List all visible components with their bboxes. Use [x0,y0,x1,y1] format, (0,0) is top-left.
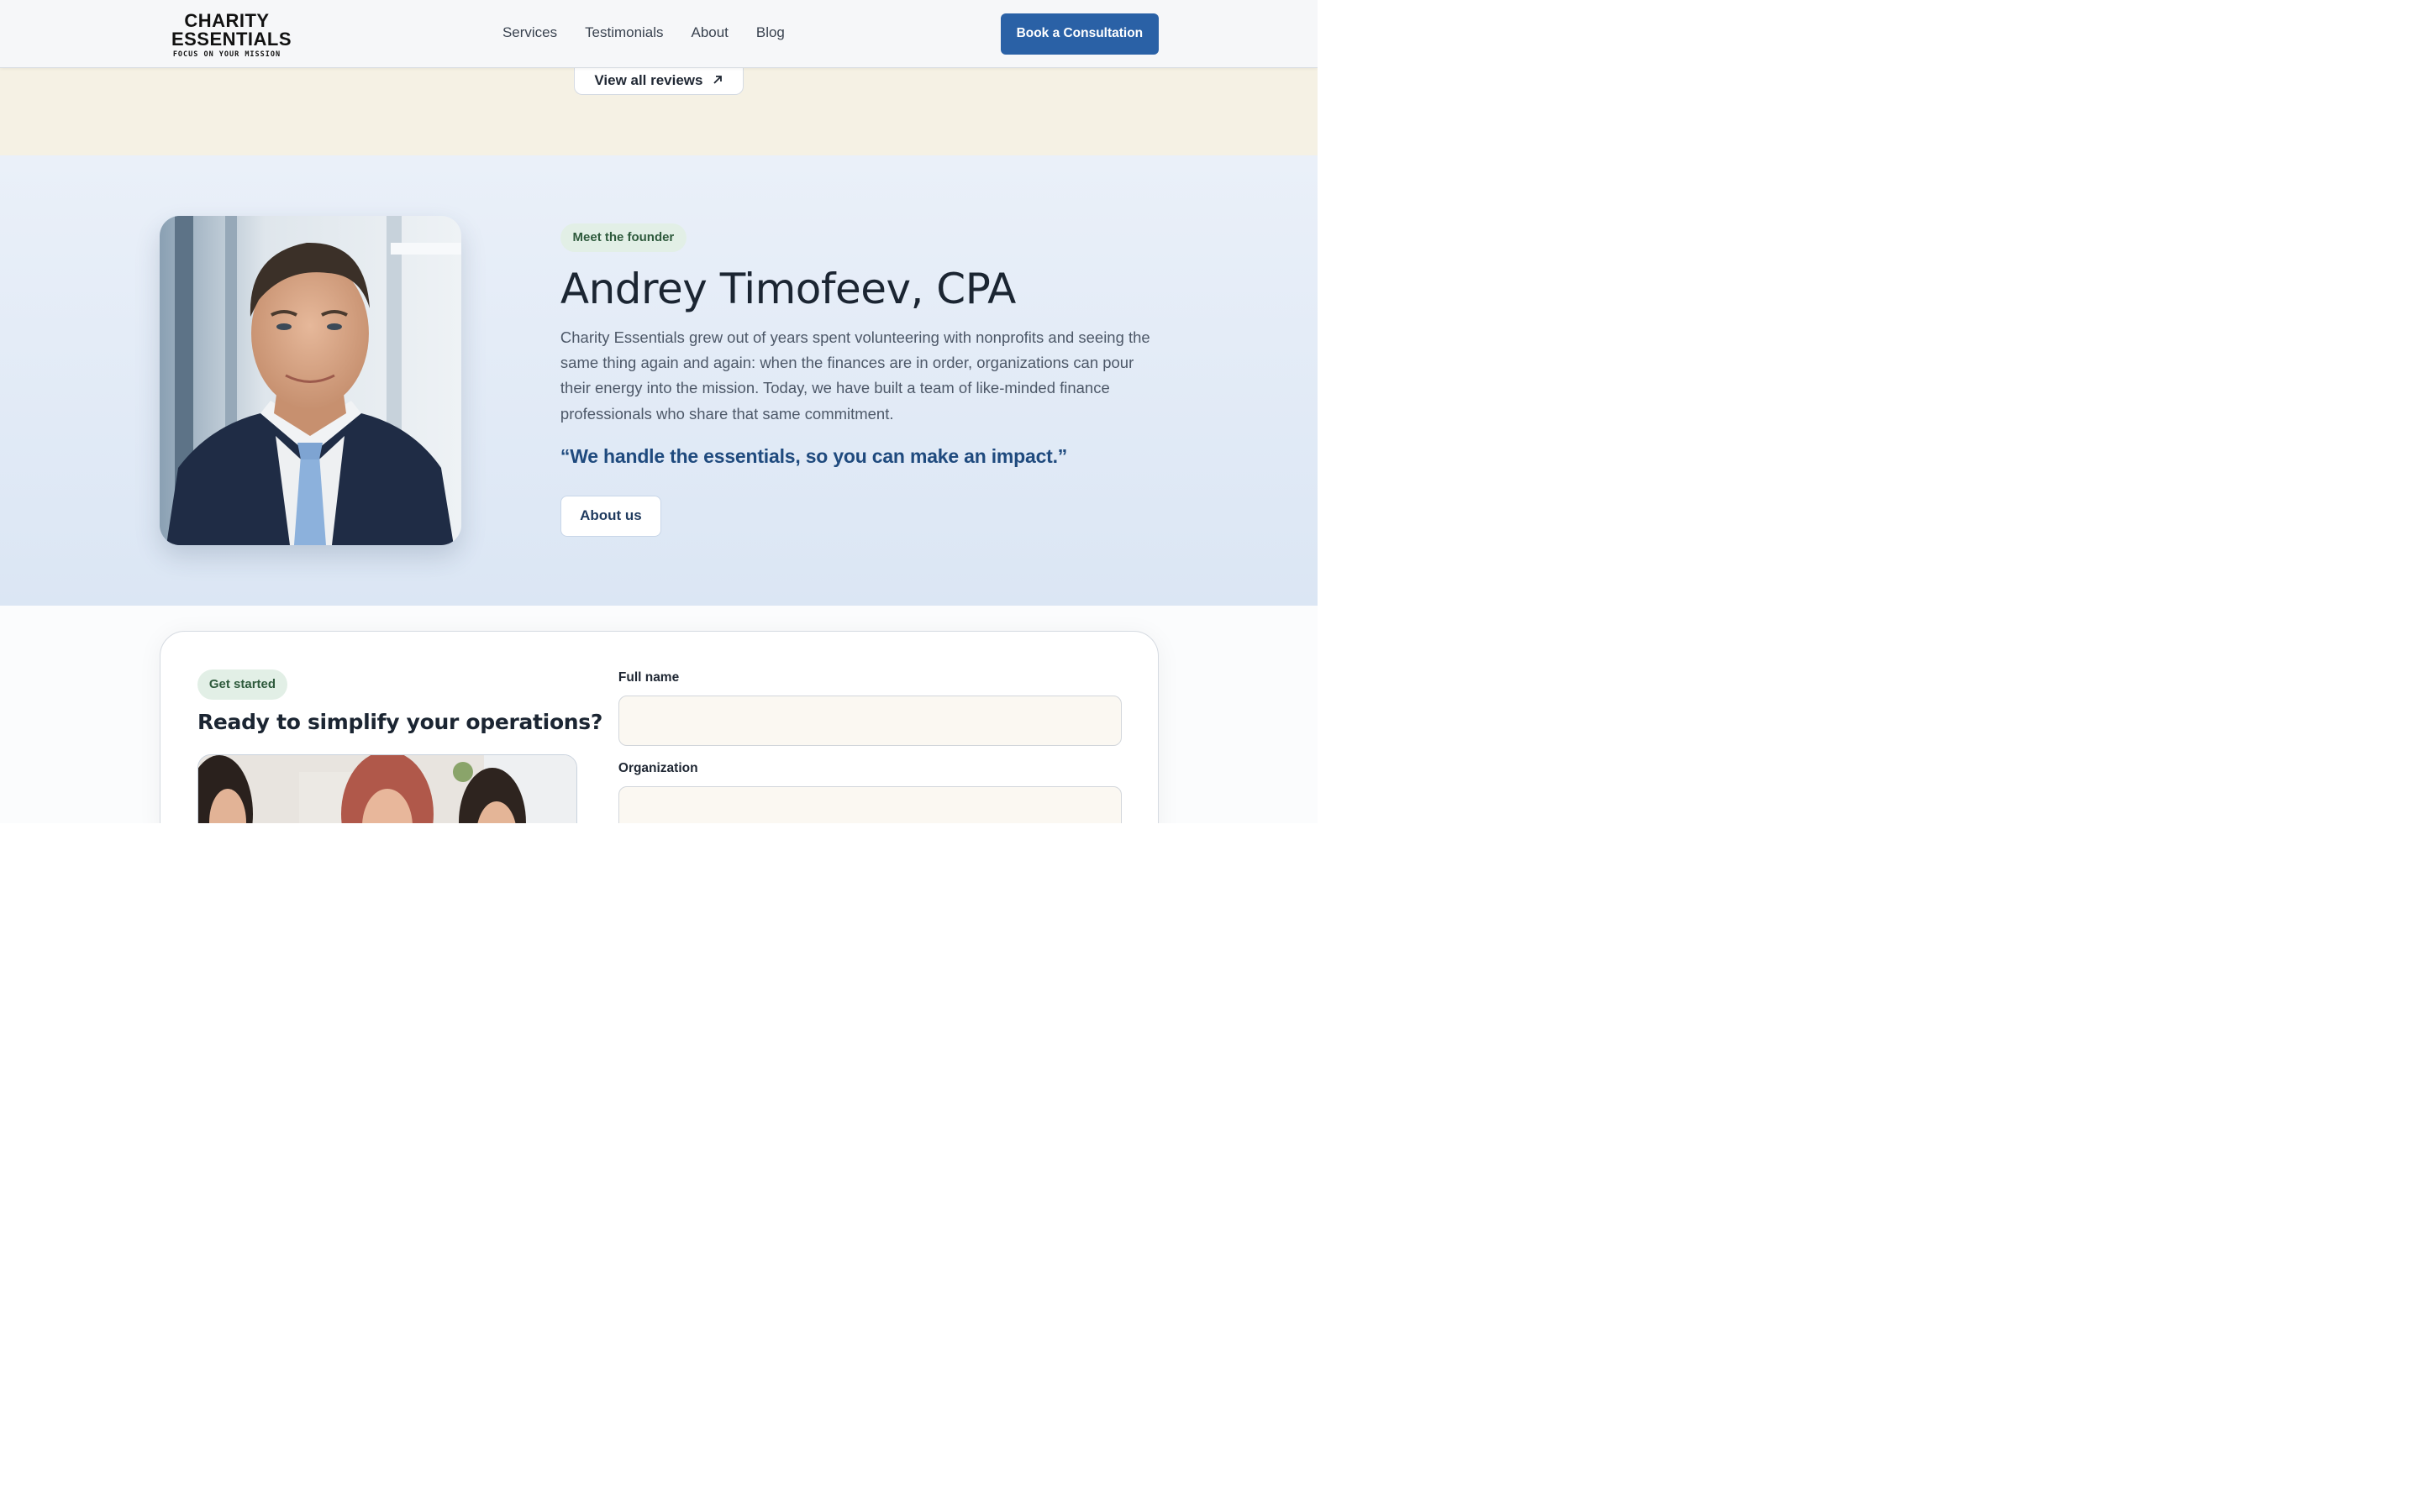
logo-tagline: FOCUS ON YOUR MISSION [172,50,281,59]
founder-name: Andrey Timofeev, CPA [560,264,1016,313]
organization-label: Organization [618,760,698,775]
get-started-section: Get started Ready to simplify your opera… [0,605,1318,823]
nav-services[interactable]: Services [502,24,557,41]
about-us-button[interactable]: About us [560,495,661,537]
team-photo [197,753,577,823]
get-started-title: Ready to simplify your operations? [197,709,603,734]
full-name-label: Full name [618,669,680,685]
organization-input[interactable] [618,785,1122,823]
logo[interactable]: CHARITY ESSENTIALS FOCUS ON YOUR MISSION [171,9,292,59]
founder-photo [159,215,461,545]
logo-line2: ESSENTIALS [171,28,292,50]
page: CHARITY ESSENTIALS FOCUS ON YOUR MISSION… [0,0,1318,823]
meet-founder-badge: Meet the founder [560,223,687,252]
founder-section: Meet the founder Andrey Timofeev, CPA Ch… [0,155,1318,606]
full-name-input[interactable] [618,695,1122,746]
nav-testimonials[interactable]: Testimonials [585,24,663,41]
founder-bio: Charity Essentials grew out of years spe… [560,328,1150,423]
logo-line1: CHARITY [184,9,270,31]
contact-card: Get started Ready to simplify your opera… [159,630,1159,823]
site-header: CHARITY ESSENTIALS FOCUS ON YOUR MISSION… [0,0,1318,68]
get-started-badge: Get started [197,669,287,700]
nav-about[interactable]: About [692,24,729,41]
nav-blog[interactable]: Blog [756,24,785,41]
view-all-reviews-button[interactable]: View all reviews [573,67,744,95]
view-all-reviews-label: View all reviews [594,72,703,89]
main-nav: Services Testimonials About Blog [502,24,785,41]
book-consultation-button[interactable]: Book a Consultation [1000,13,1159,55]
arrow-up-right-icon [713,74,723,87]
reviews-section: View all reviews [0,67,1318,155]
founder-quote: “We handle the essentials, so you can ma… [560,444,1068,467]
